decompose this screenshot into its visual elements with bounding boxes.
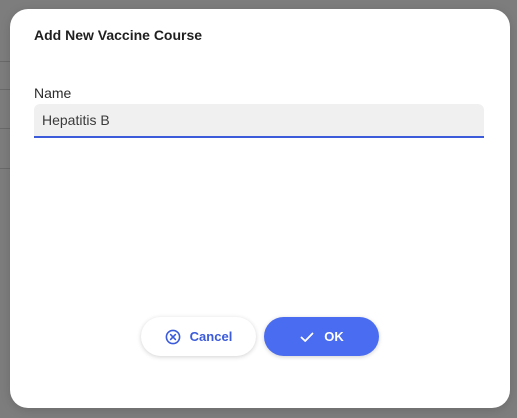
name-field-label: Name [34,85,72,101]
name-input[interactable] [34,104,484,136]
check-icon [299,329,315,345]
cancel-button-label: Cancel [189,329,233,344]
cancel-button[interactable]: Cancel [141,317,256,356]
add-vaccine-course-dialog: Add New Vaccine Course Name Cancel OK [10,9,510,408]
ok-button-label: OK [324,329,344,344]
dialog-title: Add New Vaccine Course [34,27,203,43]
ok-button[interactable]: OK [264,317,379,356]
x-circle-icon [165,329,181,345]
name-field [34,104,484,138]
